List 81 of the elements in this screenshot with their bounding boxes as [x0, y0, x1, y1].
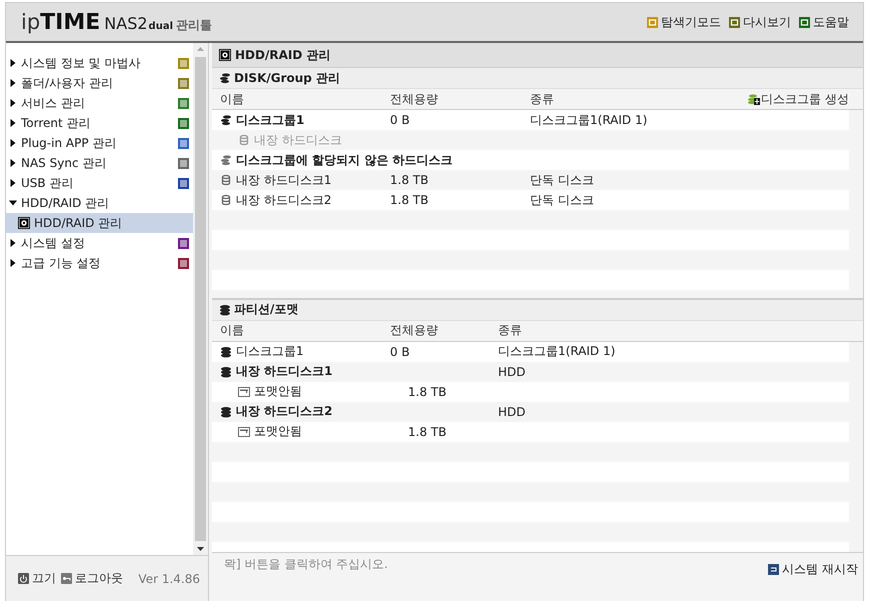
- capacity-cell: 0 B: [390, 344, 410, 359]
- disk-stack-icon: [219, 72, 231, 84]
- header-link[interactable]: 다시보기: [729, 14, 791, 30]
- capacity-cell: 1.8 TB: [390, 173, 428, 187]
- column-header: 전체용량: [390, 323, 438, 338]
- type-cell: 단독 디스크: [530, 192, 594, 206]
- expand-arrow-icon[interactable]: [9, 119, 17, 127]
- disk-icon: [238, 134, 250, 146]
- hard-disk-icon: [18, 217, 30, 229]
- menu-item[interactable]: 폴더/사용자 관리: [6, 73, 193, 93]
- power-button[interactable]: 끄기: [18, 570, 56, 587]
- status-message: 뫅] 버튼을 클릭하여 주십시오.: [224, 556, 388, 573]
- expand-arrow-icon[interactable]: [9, 139, 17, 147]
- expand-arrow-icon[interactable]: [9, 239, 17, 247]
- column-header: 종류: [498, 323, 522, 338]
- type-cell: 단독 디스크: [530, 172, 594, 186]
- page-title: HDD/RAID 관리: [235, 46, 330, 64]
- section-title: 파티션/포맷: [234, 301, 298, 318]
- column-header: 이름: [220, 90, 244, 108]
- menu-item[interactable]: HDD/RAID 관리: [6, 193, 193, 213]
- restart-button[interactable]: 시스템 재시작: [768, 561, 858, 578]
- disk-stack-icon: [220, 154, 232, 166]
- disk-icon: [220, 406, 232, 418]
- name-cell: 디스크그룹1: [236, 112, 304, 128]
- name-cell: 디스크그룹1: [236, 343, 304, 360]
- restart-icon: [768, 564, 780, 575]
- capacity-cell: 1.8 TB: [408, 424, 446, 439]
- capacity-cell: 1.8 TB: [390, 193, 428, 207]
- version-label: Ver 1.4.86: [138, 572, 200, 586]
- disk-icon: [220, 194, 232, 206]
- capacity-cell: 0 B: [390, 113, 410, 127]
- expand-arrow-icon[interactable]: [9, 259, 17, 267]
- logout-button[interactable]: 로그아웃: [61, 570, 123, 587]
- add-disk-icon: [748, 93, 760, 105]
- header-link[interactable]: 도움말: [799, 14, 849, 30]
- menu-item[interactable]: 시스템 정보 및 마법사: [6, 53, 193, 73]
- name-cell: 포맷안됨: [254, 423, 302, 440]
- section-title: DISK/Group 관리: [234, 70, 340, 86]
- name-cell: 내장 하드디스크: [254, 132, 342, 148]
- submenu-item[interactable]: HDD/RAID 관리: [6, 213, 193, 233]
- menu-item[interactable]: 고급 기능 설정: [6, 253, 193, 273]
- menu-item[interactable]: 시스템 설정: [6, 233, 193, 253]
- create-group-button[interactable]: 디스크그룹 생성: [748, 90, 849, 108]
- hard-disk-icon: [219, 49, 231, 61]
- type-cell: HDD: [498, 364, 526, 379]
- expand-arrow-icon[interactable]: [9, 99, 17, 107]
- expand-arrow-icon[interactable]: [9, 59, 17, 67]
- scrollbar[interactable]: [193, 43, 208, 555]
- disk-stack-icon: [220, 114, 232, 126]
- power-icon: [18, 573, 29, 584]
- expand-arrow-icon[interactable]: [9, 179, 17, 187]
- logo: ipTIME NAS2 dual 관리툴: [21, 10, 212, 34]
- type-cell: 디스크그룹1(RAID 1): [530, 112, 648, 126]
- disk-icon: [220, 346, 232, 358]
- collapse-arrow-icon[interactable]: [9, 199, 17, 207]
- partition-icon: [238, 426, 250, 438]
- column-header: 전체용량: [390, 92, 438, 106]
- type-cell: HDD: [498, 404, 526, 419]
- name-cell: 포맷안됨: [254, 383, 302, 400]
- column-header: 종류: [530, 92, 554, 106]
- menu-item[interactable]: Torrent 관리: [6, 113, 193, 133]
- disk-icon: [219, 304, 231, 316]
- menu-item[interactable]: 서비스 관리: [6, 93, 193, 113]
- capacity-cell: 1.8 TB: [408, 384, 446, 399]
- name-cell: 내장 하드디스크1: [236, 363, 333, 380]
- name-cell: 내장 하드디스크1: [236, 172, 332, 188]
- column-header: 이름: [220, 322, 244, 340]
- name-cell: 내장 하드디스크2: [236, 403, 333, 420]
- type-cell: 디스크그룹1(RAID 1): [498, 344, 616, 358]
- name-cell: 내장 하드디스크2: [236, 192, 332, 208]
- menu-item[interactable]: NAS Sync 관리: [6, 153, 193, 173]
- header-link[interactable]: 탐색기모드: [647, 14, 721, 30]
- key-icon: [61, 573, 72, 584]
- partition-icon: [238, 386, 250, 398]
- disk-icon: [220, 174, 232, 186]
- name-cell: 디스크그룹에 할당되지 않은 하드디스크: [236, 152, 453, 168]
- expand-arrow-icon[interactable]: [9, 79, 17, 87]
- expand-arrow-icon[interactable]: [9, 159, 17, 167]
- menu-item[interactable]: USB 관리: [6, 173, 193, 193]
- menu-item[interactable]: Plug-in APP 관리: [6, 133, 193, 153]
- disk-icon: [220, 366, 232, 378]
